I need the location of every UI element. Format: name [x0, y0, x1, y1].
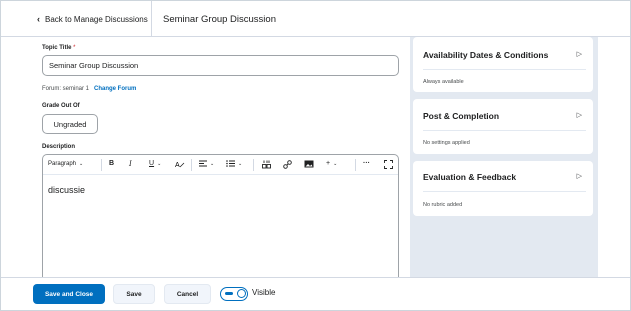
caret-right-icon: ▷	[576, 173, 582, 180]
panel-divider	[423, 69, 586, 70]
fullscreen-icon	[384, 160, 393, 169]
chevron-down-icon: ⌄	[210, 160, 215, 167]
post-completion-panel-title: Post & Completion	[423, 111, 500, 121]
cancel-button[interactable]: Cancel	[164, 284, 211, 304]
more-actions-button[interactable]: ···	[363, 160, 370, 167]
bold-button[interactable]: B	[109, 160, 114, 167]
panel-divider	[423, 191, 586, 192]
visibility-label: Visible	[252, 288, 276, 297]
description-label: Description	[42, 144, 76, 150]
toolbar-separator	[191, 159, 192, 171]
evaluation-feedback-panel-title: Evaluation & Feedback	[423, 172, 517, 182]
svg-text:A: A	[175, 162, 180, 168]
back-link-label: Back to Manage Discussions	[45, 14, 148, 24]
image-icon	[304, 160, 314, 168]
save-and-close-button[interactable]: Save and Close	[33, 284, 105, 304]
toolbar-separator	[101, 159, 102, 171]
toolbar-separator	[253, 159, 254, 171]
text-style-icon: A	[175, 162, 185, 168]
editor-toolbar: Paragraph ⌄ B I U ⌄ A ⌄ ⌄ + ⌄ ···	[43, 155, 398, 175]
availability-panel-summary: Always available	[423, 79, 464, 85]
availability-panel-title: Availability Dates & Conditions	[423, 50, 549, 60]
grade-out-of-button[interactable]: Ungraded	[42, 114, 98, 134]
evaluation-feedback-panel-summary: No rubric added	[423, 202, 463, 208]
link-icon	[283, 160, 292, 169]
settings-sidebar: Availability Dates & Conditions ▷ Always…	[410, 37, 598, 277]
toggle-track	[225, 292, 233, 295]
availability-panel[interactable]: Availability Dates & Conditions ▷ Always…	[413, 37, 593, 92]
insert-link-button[interactable]	[283, 160, 292, 169]
insert-stuff-icon	[262, 160, 271, 169]
page-header: ‹ Back to Manage Discussions Seminar Gro…	[1, 1, 630, 37]
paragraph-format-label: Paragraph	[48, 161, 77, 167]
footer-action-bar: Save and Close Save Cancel Visible	[1, 277, 630, 310]
plus-icon: +	[326, 160, 331, 167]
chevron-down-icon: ⌄	[79, 161, 84, 167]
header-divider	[151, 1, 152, 37]
bullet-list-icon	[226, 160, 235, 167]
page-title: Seminar Group Discussion	[163, 13, 276, 25]
editor-content[interactable]: discussie	[43, 175, 398, 205]
chevron-down-icon: ⌄	[333, 160, 338, 167]
required-marker: *	[73, 45, 76, 51]
list-dropdown[interactable]: ⌄	[226, 160, 242, 167]
toolbar-separator	[355, 159, 356, 171]
topic-title-label: Topic Title *	[42, 45, 75, 51]
underline-icon: U	[149, 160, 155, 167]
chevron-down-icon: ⌄	[157, 160, 162, 167]
align-dropdown[interactable]: ⌄	[199, 160, 214, 167]
save-button[interactable]: Save	[113, 284, 155, 304]
toggle-knob	[237, 289, 246, 298]
post-completion-panel[interactable]: Post & Completion ▷ No settings applied	[413, 99, 593, 154]
italic-button[interactable]: I	[129, 160, 132, 168]
topic-title-label-text: Topic Title	[42, 45, 72, 51]
back-to-manage-discussions-link[interactable]: ‹ Back to Manage Discussions	[37, 1, 148, 37]
chevron-left-icon: ‹	[37, 14, 40, 24]
caret-right-icon: ▷	[576, 51, 582, 58]
text-style-button[interactable]: A	[175, 160, 185, 168]
panel-divider	[423, 130, 586, 131]
forum-line: Forum: seminar 1 Change Forum	[42, 86, 136, 92]
fullscreen-button[interactable]	[384, 160, 393, 169]
paragraph-format-dropdown[interactable]: Paragraph ⌄	[48, 161, 83, 167]
underline-dropdown[interactable]: U ⌄	[149, 160, 161, 167]
insert-more-dropdown[interactable]: + ⌄	[326, 160, 337, 167]
align-left-icon	[199, 160, 207, 167]
post-completion-panel-summary: No settings applied	[423, 140, 470, 146]
caret-right-icon: ▷	[576, 112, 582, 119]
chevron-down-icon: ⌄	[238, 160, 243, 167]
insert-image-button[interactable]	[304, 160, 314, 168]
description-editor: Paragraph ⌄ B I U ⌄ A ⌄ ⌄ + ⌄ ··· discus…	[42, 154, 399, 279]
forum-name: Forum: seminar 1	[42, 86, 90, 92]
grade-out-of-label: Grade Out Of	[42, 103, 80, 109]
visibility-toggle[interactable]	[220, 287, 248, 301]
topic-title-input[interactable]: Seminar Group Discussion	[42, 55, 399, 76]
insert-stuff-button[interactable]	[262, 160, 271, 169]
change-forum-link[interactable]: Change Forum	[94, 86, 136, 92]
evaluation-feedback-panel[interactable]: Evaluation & Feedback ▷ No rubric added	[413, 161, 593, 216]
page-frame: ‹ Back to Manage Discussions Seminar Gro…	[0, 0, 631, 311]
